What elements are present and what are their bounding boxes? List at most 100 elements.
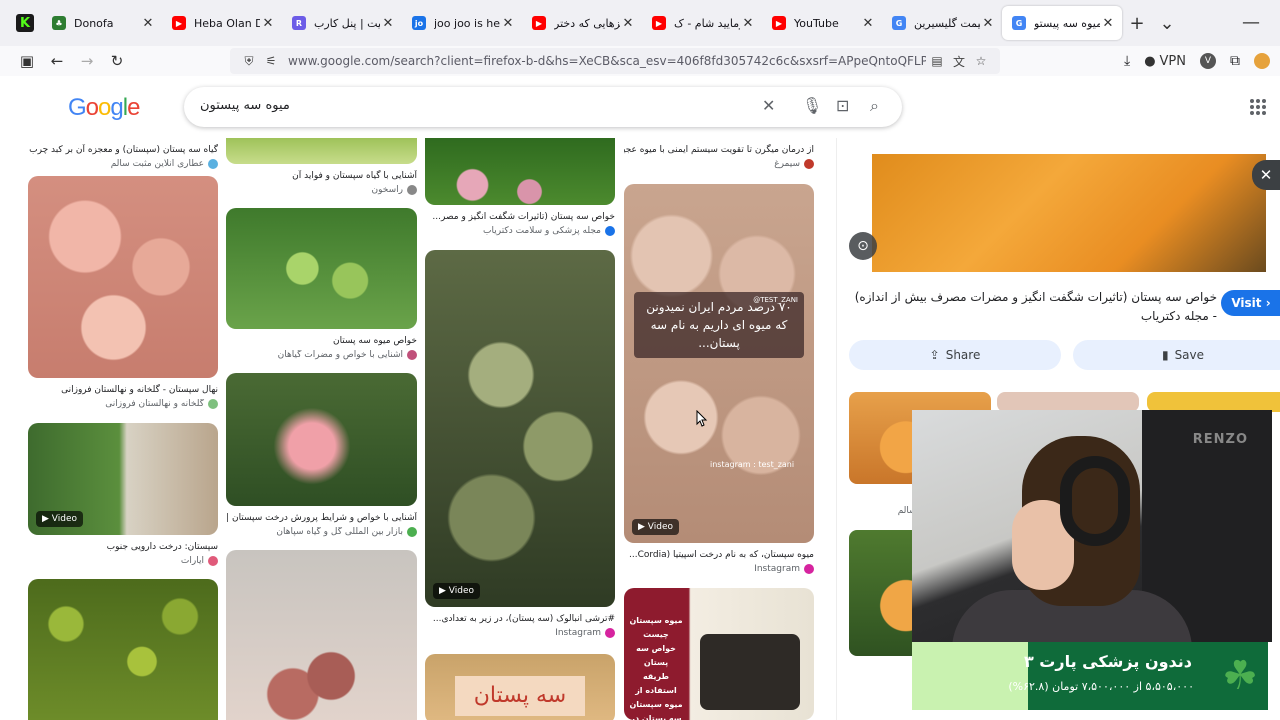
url-text[interactable]: www.google.com/search?client=firefox-b-d… (288, 54, 926, 68)
result-caption[interactable]: گیاه سه پستان (سپستان) و معجزه آن بر کبد… (28, 144, 218, 156)
search-input[interactable]: میوه سه پیستون (200, 98, 290, 113)
result-card[interactable]: آشنایی با خواص و شرایط پرورش درخت سپستان… (226, 373, 417, 537)
minimize-window-icon[interactable]: — (1242, 12, 1260, 33)
downloads-icon[interactable]: ⤓ (1124, 53, 1130, 69)
close-tab-icon[interactable]: ✕ (980, 16, 996, 31)
browser-tab[interactable]: ▶ بفرمایید شام - ک✕ (642, 6, 762, 40)
result-card[interactable] (28, 579, 218, 720)
reload-icon[interactable]: ↻ (102, 52, 132, 70)
browser-tab[interactable]: G میوه سه پیستو ✕ (1002, 6, 1122, 40)
preview-image[interactable] (872, 154, 1266, 272)
result-image[interactable]: ۷۰ درصد مردم ایران نمیدونن که میوه ای دا… (624, 184, 814, 543)
result-caption[interactable]: سپستان: درخت دارویی جنوب (28, 541, 218, 553)
close-tab-icon[interactable]: ✕ (1100, 16, 1116, 31)
bookmark-icon: ▮ (1161, 348, 1169, 362)
preview-title[interactable]: خواص سه پستان (تاثیرات شگفت انگیز و مضرا… (847, 288, 1217, 326)
browser-tab[interactable]: ▶ چیزهایی که دختر✕ (522, 6, 642, 40)
result-image[interactable] (226, 208, 417, 329)
result-source: مجله پزشکی و سلامت دکتریاب (425, 226, 615, 236)
result-card[interactable]: سه پستان (425, 654, 615, 720)
close-tab-icon[interactable]: ✕ (620, 16, 636, 31)
new-tab-icon[interactable]: + (1122, 13, 1152, 34)
result-image[interactable]: ▶ Video (425, 250, 615, 607)
search-icon[interactable]: ⌕ (870, 96, 879, 116)
google-apps-icon[interactable] (1250, 99, 1266, 115)
close-tab-icon[interactable]: ✕ (860, 16, 876, 31)
site-info-icon[interactable]: ⚟ (260, 54, 282, 68)
result-card[interactable]: نهال سپستان - گلخانه و نهالستان فروزانی … (28, 176, 218, 409)
result-card[interactable]: ▶ Video #ترشی انبالوک (سه پستان)، در زیر… (425, 250, 615, 638)
kick-app-icon[interactable]: K (16, 14, 34, 32)
related-image[interactable] (1147, 392, 1280, 412)
result-image[interactable] (226, 550, 417, 720)
result-card[interactable]: از درمان میگرن تا تقویت سیستم ایمنی با م… (624, 138, 814, 169)
result-image[interactable]: میوه سپستان چیست خواص سه پستان طریقه استفا… (624, 588, 814, 720)
related-image[interactable] (997, 392, 1139, 412)
translate-icon[interactable]: 文 (948, 53, 970, 70)
result-card[interactable]: خواص سه پستان (تاثیرات شگفت انگیز و مصر.… (425, 138, 615, 236)
close-tab-icon[interactable]: ✕ (500, 16, 516, 31)
goal-progress-fill (912, 642, 1028, 710)
browser-tab[interactable]: ▶ YouTube ✕ (762, 6, 882, 40)
result-image[interactable] (425, 138, 615, 205)
result-card[interactable]: ▶ Video سپستان: درخت دارویی جنوب ایارات (28, 423, 218, 566)
lens-search-icon[interactable]: ⊙ (849, 232, 877, 260)
result-card[interactable]: میوه سپستان چیست خواص سه پستان طریقه استفا… (624, 588, 814, 720)
result-card[interactable]: ۷۰ درصد مردم ایران نمیدونن که میوه ای دا… (624, 184, 814, 574)
result-image[interactable]: ▶ Video (28, 423, 218, 535)
result-caption[interactable]: خواص میوه سه پستان (226, 335, 417, 347)
result-caption[interactable]: نهال سپستان - گلخانه و نهالستان فروزانی (28, 384, 218, 396)
vpn-button[interactable]: ● VPN (1144, 54, 1186, 69)
video-badge: ▶ Video (632, 519, 680, 535)
list-tabs-icon[interactable]: ⌄ (1152, 13, 1182, 34)
visit-button[interactable]: Visit › (1221, 290, 1280, 316)
result-card[interactable] (226, 550, 417, 720)
clear-search-icon[interactable]: ✕ (762, 96, 775, 115)
result-image[interactable] (28, 579, 218, 720)
result-caption[interactable]: از درمان میگرن تا تقویت سیستم ایمنی با م… (624, 144, 814, 156)
browser-tab[interactable]: jo joo joo is here🍂✕ (402, 6, 522, 40)
result-caption[interactable]: خواص سه پستان (تاثیرات شگفت انگیز و مصر.… (425, 211, 615, 223)
back-icon[interactable]: ← (42, 52, 72, 70)
result-image[interactable]: سه پستان (425, 654, 615, 720)
forward-icon[interactable]: → (72, 52, 102, 70)
close-tab-icon[interactable]: ✕ (380, 16, 396, 31)
save-button[interactable]: ▮ Save (1073, 340, 1280, 370)
url-bar[interactable]: ⛨ ⚟ www.google.com/search?client=firefox… (230, 48, 1000, 74)
close-tab-icon[interactable]: ✕ (740, 16, 756, 31)
tracking-protection-icon[interactable]: ⛨ (238, 54, 260, 69)
result-image[interactable] (226, 373, 417, 506)
close-tab-icon[interactable]: ✕ (260, 16, 276, 31)
bookmark-star-icon[interactable]: ☆ (970, 54, 992, 68)
youtube-icon: ▶ (772, 16, 786, 30)
voice-search-icon[interactable]: 🎙 (802, 96, 822, 115)
lens-search-icon[interactable]: ⊡ (836, 96, 849, 115)
extension-v-icon[interactable]: V (1200, 53, 1216, 69)
extensions-puzzle-icon[interactable]: ⧉ (1230, 53, 1240, 69)
result-caption[interactable]: آشنایی با خواص و شرایط پرورش درخت سپستان… (226, 512, 417, 524)
result-caption[interactable]: #ترشی انبالوک (سه پستان)، در زیر به تعدا… (425, 613, 615, 625)
browser-tab[interactable]: ♣ Donofa ✕ (42, 6, 162, 40)
result-source: بازار بین المللی گل و گیاه سپاهان (226, 527, 417, 537)
result-image[interactable] (226, 138, 417, 164)
result-card[interactable]: خواص میوه سه پستان آشنایی با خواص و مضرا… (226, 208, 417, 360)
result-caption[interactable]: میوه سپستان، که به نام درخت اسپیتیا (Cor… (624, 549, 814, 561)
browser-tab[interactable]: R ریمیت | پنل کارب✕ (282, 6, 402, 40)
reader-view-icon[interactable]: ▤ (926, 54, 948, 68)
sidebar-toggle-icon[interactable]: ▣ (12, 52, 42, 70)
result-card[interactable]: آشنایی با گیاه سپستان و فواید آن راسخون (226, 138, 417, 195)
search-box[interactable]: میوه سه پیستون ✕ 🎙 ⊡ ⌕ (184, 87, 902, 127)
chair-brand-text: RENZO (1192, 432, 1248, 447)
result-caption[interactable]: آشنایی با گیاه سپستان و فواید آن (226, 170, 417, 182)
browser-tab[interactable]: ▶ Heba Olan Dünl✕ (162, 6, 282, 40)
browser-tab[interactable]: G قیمت گلیسیرین ✕ (882, 6, 1002, 40)
visit-label: Visit (1231, 296, 1262, 310)
result-card[interactable]: گیاه سه پستان (سپستان) و معجزه آن بر کبد… (28, 138, 218, 169)
close-tab-icon[interactable]: ✕ (140, 16, 156, 31)
share-button[interactable]: ⇪ Share (849, 340, 1061, 370)
result-image[interactable] (28, 176, 218, 378)
google-logo[interactable]: Google (68, 94, 140, 122)
image-watermark-text: instagram : test_zani (710, 460, 795, 469)
close-preview-icon[interactable]: ✕ (1252, 160, 1280, 190)
profile-avatar[interactable] (1254, 53, 1270, 69)
